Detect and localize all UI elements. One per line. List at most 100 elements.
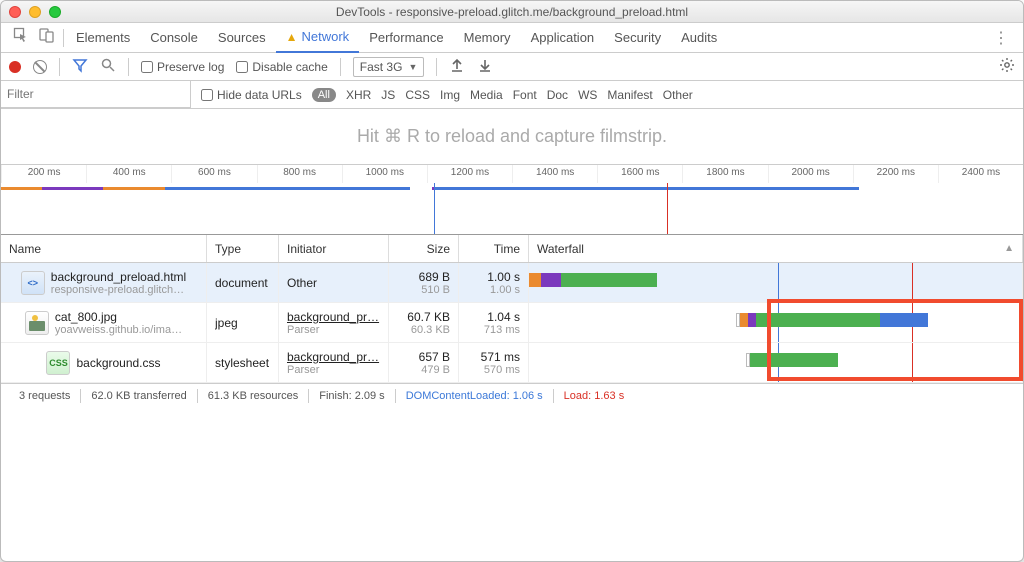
- waterfall-bar: [529, 273, 657, 287]
- timeline-tick: 1200 ms: [427, 165, 512, 183]
- tab-performance[interactable]: Performance: [359, 23, 453, 53]
- col-header-size[interactable]: Size: [389, 235, 459, 262]
- table-row[interactable]: <>background_preload.htmlresponsive-prel…: [1, 263, 1023, 303]
- request-initiator: Other: [287, 276, 380, 290]
- tab-sources[interactable]: Sources: [208, 23, 276, 53]
- request-size: 689 B: [419, 270, 450, 284]
- status-bar: 3 requests 62.0 KB transferred 61.3 KB r…: [1, 383, 1023, 407]
- filter-toggle-icon[interactable]: [72, 57, 88, 76]
- hide-data-urls-label: Hide data URLs: [217, 88, 302, 102]
- col-header-type[interactable]: Type: [207, 235, 279, 262]
- divider: [436, 58, 437, 76]
- timeline-tick: 2400 ms: [938, 165, 1023, 183]
- request-type: document: [215, 276, 270, 290]
- tab-label: Performance: [369, 30, 443, 45]
- timeline-tick: 200 ms: [1, 165, 86, 183]
- request-time: 1.04 s: [487, 310, 520, 324]
- filter-type-js[interactable]: JS: [381, 88, 395, 102]
- filter-bar: Hide data URLs All XHR JS CSS Img Media Font Do…: [1, 81, 1023, 109]
- throttling-value: Fast 3G: [360, 60, 403, 74]
- file-icon: <>: [21, 271, 45, 295]
- request-size: 60.7 KB: [407, 310, 450, 324]
- request-size-decoded: 60.3 KB: [411, 324, 450, 336]
- tab-memory[interactable]: Memory: [454, 23, 521, 53]
- overview-timeline[interactable]: 200 ms400 ms600 ms800 ms1000 ms1200 ms14…: [1, 165, 1023, 235]
- disable-cache-checkbox[interactable]: Disable cache: [236, 60, 327, 74]
- waterfall-cell[interactable]: [529, 263, 1023, 302]
- tab-label: Audits: [681, 30, 717, 45]
- col-header-waterfall[interactable]: Waterfall▲: [529, 235, 1023, 262]
- filter-type-ws[interactable]: WS: [578, 88, 597, 102]
- filter-type-font[interactable]: Font: [513, 88, 537, 102]
- preserve-log-checkbox[interactable]: Preserve log: [141, 60, 224, 74]
- tab-audits[interactable]: Audits: [671, 23, 727, 53]
- tab-label: Network: [302, 29, 350, 44]
- tab-console[interactable]: Console: [140, 23, 208, 53]
- disable-cache-label: Disable cache: [252, 60, 327, 74]
- filter-type-img[interactable]: Img: [440, 88, 460, 102]
- request-latency: 1.00 s: [490, 284, 520, 296]
- tab-application[interactable]: Application: [521, 23, 605, 53]
- devtools-window: DevTools - responsive-preload.glitch.me/…: [0, 0, 1024, 562]
- record-button[interactable]: [9, 61, 21, 73]
- inspect-element-icon[interactable]: [13, 27, 29, 48]
- filter-type-all[interactable]: All: [312, 88, 336, 102]
- col-header-time[interactable]: Time: [459, 235, 529, 262]
- col-header-name[interactable]: Name: [1, 235, 207, 262]
- tab-network[interactable]: ▲ Network: [276, 23, 360, 53]
- search-icon[interactable]: [100, 57, 116, 76]
- filter-type-doc[interactable]: Doc: [547, 88, 568, 102]
- tab-label: Elements: [76, 30, 130, 45]
- filter-input[interactable]: [1, 81, 191, 108]
- status-requests: 3 requests: [9, 390, 80, 402]
- request-time: 1.00 s: [487, 270, 520, 284]
- filter-type-manifest[interactable]: Manifest: [607, 88, 652, 102]
- tab-label: Console: [150, 30, 198, 45]
- filter-type-media[interactable]: Media: [470, 88, 503, 102]
- warning-icon: ▲: [286, 30, 298, 44]
- request-latency: 570 ms: [484, 364, 520, 376]
- export-har-icon[interactable]: [449, 57, 465, 76]
- more-options-icon[interactable]: ⋮: [985, 28, 1017, 48]
- tab-label: Sources: [218, 30, 266, 45]
- hide-data-urls-checkbox[interactable]: Hide data URLs: [201, 88, 302, 102]
- divider: [340, 58, 341, 76]
- request-size: 657 B: [419, 350, 450, 364]
- request-name: background.css: [76, 356, 160, 370]
- timeline-tick: 1600 ms: [597, 165, 682, 183]
- request-size-decoded: 510 B: [421, 284, 450, 296]
- timeline-tick: 1400 ms: [512, 165, 597, 183]
- tab-label: Security: [614, 30, 661, 45]
- filter-type-css[interactable]: CSS: [405, 88, 430, 102]
- filmstrip-area: Hit ⌘ R to reload and capture filmstrip.: [1, 109, 1023, 165]
- divider: [128, 58, 129, 76]
- clear-button[interactable]: [33, 60, 47, 74]
- table-header: Name Type Initiator Size Time Waterfall▲: [1, 235, 1023, 263]
- request-initiator[interactable]: background_pr…: [287, 310, 380, 324]
- main-tabs: Elements Console Sources ▲ Network Performanc…: [1, 23, 1023, 53]
- filmstrip-hint: Hit ⌘ R to reload and capture filmstrip.: [357, 126, 667, 147]
- status-finish: Finish: 2.09 s: [309, 390, 394, 402]
- timeline-tick: 1800 ms: [682, 165, 767, 183]
- filter-type-other[interactable]: Other: [663, 88, 693, 102]
- import-har-icon[interactable]: [477, 57, 493, 76]
- filter-type-xhr[interactable]: XHR: [346, 88, 371, 102]
- timeline-tick: 800 ms: [257, 165, 342, 183]
- request-initiator[interactable]: background_pr…: [287, 350, 380, 364]
- request-type: stylesheet: [215, 356, 270, 370]
- timeline-tick: 2200 ms: [853, 165, 938, 183]
- divider: [63, 29, 64, 47]
- throttling-select[interactable]: Fast 3G ▼: [353, 57, 425, 77]
- request-name: background_preload.html: [51, 270, 186, 284]
- status-dcl: DOMContentLoaded: 1.06 s: [396, 390, 553, 402]
- tab-security[interactable]: Security: [604, 23, 671, 53]
- dcl-marker: [434, 183, 435, 234]
- settings-icon[interactable]: [999, 57, 1015, 76]
- status-resources: 61.3 KB resources: [198, 390, 309, 402]
- device-mode-icon[interactable]: [39, 27, 55, 48]
- tab-elements[interactable]: Elements: [66, 23, 140, 53]
- request-size-decoded: 479 B: [421, 364, 450, 376]
- col-header-initiator[interactable]: Initiator: [279, 235, 389, 262]
- annotation-highlight: [767, 299, 1023, 381]
- tab-label: Memory: [464, 30, 511, 45]
